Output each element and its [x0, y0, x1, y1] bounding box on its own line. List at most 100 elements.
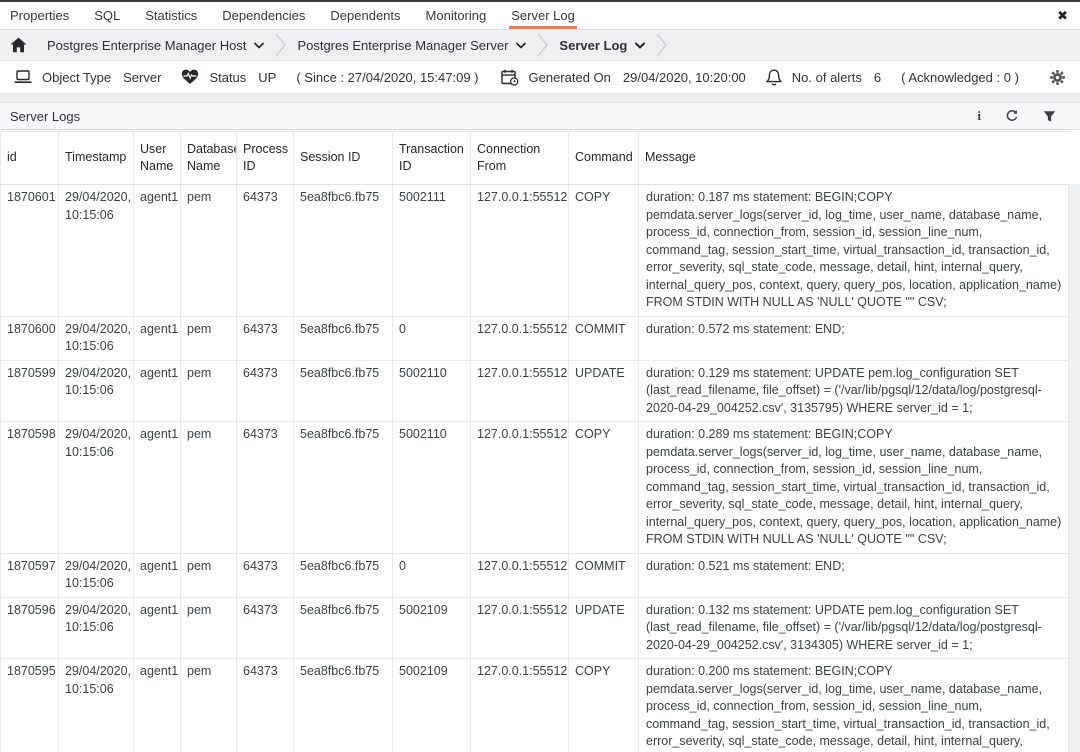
table-row[interactable]: 1870601 29/04/2020, 10:15:06 agent1 pem …: [1, 185, 1069, 317]
tab-monitoring[interactable]: Monitoring: [424, 2, 489, 29]
cell-transaction-id: 5002109: [393, 659, 471, 752]
breadcrumb: Postgres Enterprise Manager Host Postgre…: [0, 30, 1080, 60]
cell-session-id: 5ea8fbc6.fb75: [294, 360, 393, 422]
cell-message: duration: 0.132 ms statement: UPDATE pem…: [639, 597, 1069, 659]
cell-id: 1870596: [1, 597, 59, 659]
table-row[interactable]: 1870600 29/04/2020, 10:15:06 agent1 pem …: [1, 316, 1069, 360]
column-header-timestamp[interactable]: Timestamp: [59, 132, 134, 185]
cell-command: COPY: [569, 422, 639, 554]
cell-command: COPY: [569, 185, 639, 317]
cell-id: 1870601: [1, 185, 59, 317]
cell-command: UPDATE: [569, 597, 639, 659]
cell-user-name: agent1: [134, 185, 181, 317]
close-icon[interactable]: ✖: [1057, 2, 1068, 29]
cell-process-id: 64373: [237, 422, 294, 554]
chevron-down-icon: [254, 42, 264, 49]
breadcrumb-separator-icon: [655, 32, 668, 58]
breadcrumb-separator-icon: [536, 32, 549, 58]
cell-transaction-id: 5002109: [393, 597, 471, 659]
cell-database-name: pem: [181, 422, 237, 554]
table-row[interactable]: 1870595 29/04/2020, 10:15:06 agent1 pem …: [1, 659, 1069, 752]
cell-database-name: pem: [181, 185, 237, 317]
cell-transaction-id: 0: [393, 316, 471, 360]
calendar-clock-icon: [501, 69, 519, 86]
cell-command: COMMIT: [569, 553, 639, 597]
column-header-process-id[interactable]: Process ID: [237, 132, 294, 185]
object-tab-bar: Properties SQL Statistics Dependencies D…: [0, 2, 1080, 30]
cell-connection-from: 127.0.0.1:55512: [471, 360, 569, 422]
cell-command: COPY: [569, 659, 639, 752]
cell-user-name: agent1: [134, 360, 181, 422]
server-logs-table: id Timestamp User Name Database Name Pro…: [0, 131, 1068, 752]
table-row[interactable]: 1870596 29/04/2020, 10:15:06 agent1 pem …: [1, 597, 1069, 659]
breadcrumb-separator-icon: [274, 32, 287, 58]
cell-process-id: 64373: [237, 360, 294, 422]
chevron-down-icon: [635, 42, 645, 49]
column-header-database-name[interactable]: Database Name: [181, 132, 237, 185]
breadcrumb-item-server-log[interactable]: Server Log: [559, 38, 645, 53]
cell-id: 1870598: [1, 422, 59, 554]
cell-message: duration: 0.572 ms statement: END;: [639, 316, 1069, 360]
server-logs-grid: id Timestamp User Name Database Name Pro…: [0, 131, 1068, 752]
tab-statistics[interactable]: Statistics: [143, 2, 199, 29]
cell-connection-from: 127.0.0.1:55512: [471, 597, 569, 659]
cell-message: duration: 0.200 ms statement: BEGIN;COPY…: [639, 659, 1069, 752]
home-icon[interactable]: [10, 37, 27, 53]
cell-session-id: 5ea8fbc6.fb75: [294, 316, 393, 360]
bell-icon: [766, 69, 782, 86]
tab-dependents[interactable]: Dependents: [328, 2, 402, 29]
tab-properties[interactable]: Properties: [8, 2, 71, 29]
column-header-user-name[interactable]: User Name: [134, 132, 181, 185]
generated-on-value: 29/04/2020, 10:20:00: [623, 70, 746, 85]
cell-user-name: agent1: [134, 422, 181, 554]
cell-connection-from: 127.0.0.1:55512: [471, 659, 569, 752]
cell-user-name: agent1: [134, 659, 181, 752]
cell-transaction-id: 5002110: [393, 360, 471, 422]
gear-icon[interactable]: [1049, 69, 1066, 86]
cell-id: 1870595: [1, 659, 59, 752]
column-header-command[interactable]: Command: [569, 132, 639, 185]
refresh-icon[interactable]: [1005, 109, 1019, 123]
cell-user-name: agent1: [134, 553, 181, 597]
cell-message: duration: 0.289 ms statement: BEGIN;COPY…: [639, 422, 1069, 554]
info-icon[interactable]: i: [977, 108, 981, 124]
server-logs-panel-header: Server Logs i: [0, 103, 1080, 130]
table-row[interactable]: 1870597 29/04/2020, 10:15:06 agent1 pem …: [1, 553, 1069, 597]
alerts-label: No. of alerts: [792, 70, 862, 85]
table-row[interactable]: 1870598 29/04/2020, 10:15:06 agent1 pem …: [1, 422, 1069, 554]
table-scrollbar[interactable]: [1068, 184, 1080, 752]
tab-server-log[interactable]: Server Log: [509, 2, 577, 29]
tab-sql[interactable]: SQL: [92, 2, 122, 29]
column-header-session-id[interactable]: Session ID: [294, 132, 393, 185]
cell-database-name: pem: [181, 316, 237, 360]
object-type-value: Server: [123, 70, 161, 85]
alerts-acknowledged: ( Acknowledged : 0 ): [901, 70, 1019, 85]
cell-process-id: 64373: [237, 553, 294, 597]
breadcrumb-item-host[interactable]: Postgres Enterprise Manager Host: [47, 38, 264, 53]
cell-session-id: 5ea8fbc6.fb75: [294, 422, 393, 554]
cell-connection-from: 127.0.0.1:55512: [471, 316, 569, 360]
column-header-message[interactable]: Message: [639, 132, 1069, 185]
cell-session-id: 5ea8fbc6.fb75: [294, 659, 393, 752]
cell-user-name: agent1: [134, 316, 181, 360]
column-header-id[interactable]: id: [1, 132, 59, 185]
breadcrumb-item-server[interactable]: Postgres Enterprise Manager Server: [297, 38, 526, 53]
laptop-icon: [14, 70, 32, 84]
cell-command: UPDATE: [569, 360, 639, 422]
tab-dependencies[interactable]: Dependencies: [220, 2, 307, 29]
panel-title: Server Logs: [10, 109, 80, 124]
cell-process-id: 64373: [237, 597, 294, 659]
filter-icon[interactable]: [1043, 110, 1056, 123]
cell-message: duration: 0.129 ms statement: UPDATE pem…: [639, 360, 1069, 422]
cell-timestamp: 29/04/2020, 10:15:06: [59, 659, 134, 752]
chevron-down-icon: [516, 42, 526, 49]
table-row[interactable]: 1870599 29/04/2020, 10:15:06 agent1 pem …: [1, 360, 1069, 422]
generated-on-label: Generated On: [529, 70, 611, 85]
column-header-transaction-id[interactable]: Transaction ID: [393, 132, 471, 185]
cell-connection-from: 127.0.0.1:55512: [471, 422, 569, 554]
cell-timestamp: 29/04/2020, 10:15:06: [59, 597, 134, 659]
column-header-connection-from[interactable]: Connection From: [471, 132, 569, 185]
cell-database-name: pem: [181, 597, 237, 659]
cell-user-name: agent1: [134, 597, 181, 659]
cell-transaction-id: 5002110: [393, 422, 471, 554]
